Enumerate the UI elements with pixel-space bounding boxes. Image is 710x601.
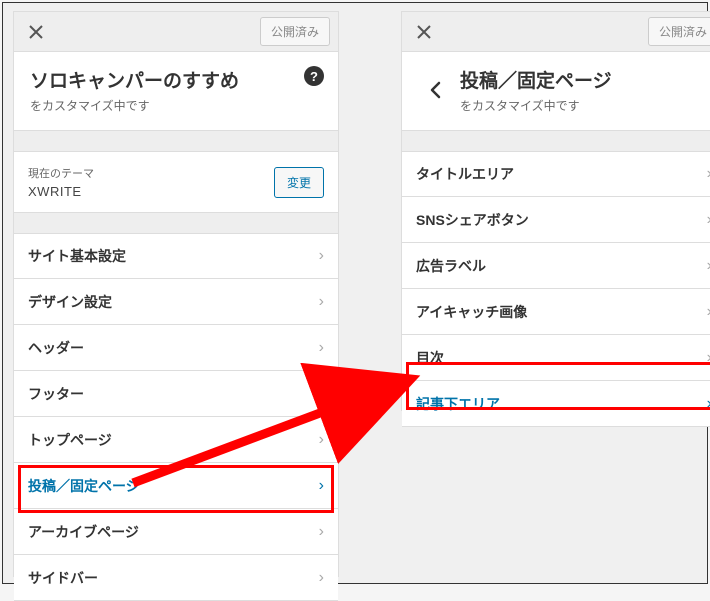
menu-item-toppage[interactable]: トップページ › [14, 417, 338, 463]
menu-item-toc[interactable]: 目次 › [402, 335, 710, 381]
chevron-right-icon: › [319, 569, 324, 587]
menu-item-below-article[interactable]: 記事下エリア › [402, 381, 710, 427]
customizing-subtitle: をカスタマイズ中です [460, 97, 612, 114]
menu-item-design[interactable]: デザイン設定 › [14, 279, 338, 325]
customizer-panel-main: 公開済み ソロキャンパーのすすめ をカスタマイズ中です ? 現在のテーマ XWR… [13, 11, 339, 577]
menu-label: サイト基本設定 [28, 246, 126, 266]
menu-item-archive[interactable]: アーカイブページ › [14, 509, 338, 555]
chevron-right-icon: › [319, 339, 324, 357]
customizing-subtitle: をカスタマイズ中です [30, 97, 322, 114]
menu-label: アイキャッチ画像 [416, 302, 527, 322]
published-button[interactable]: 公開済み [260, 17, 330, 46]
menu-item-title-area[interactable]: タイトルエリア › [402, 151, 710, 197]
menu-label: サイドバー [28, 568, 98, 588]
menu-label: 記事下エリア [416, 394, 500, 414]
chevron-right-icon: › [319, 477, 324, 495]
title-block: 投稿／固定ページ をカスタマイズ中です [402, 52, 710, 131]
site-title: ソロキャンパーのすすめ [30, 66, 322, 93]
menu-label: 投稿／固定ページ [28, 476, 140, 496]
menu-item-eyecatch[interactable]: アイキャッチ画像 › [402, 289, 710, 335]
chevron-right-icon: › [319, 431, 324, 449]
close-icon[interactable] [22, 18, 50, 46]
title-block: ソロキャンパーのすすめ をカスタマイズ中です ? [14, 52, 338, 131]
published-button[interactable]: 公開済み [648, 17, 710, 46]
menu-label: デザイン設定 [28, 292, 112, 312]
menu-label: 広告ラベル [416, 256, 486, 276]
menu-item-footer[interactable]: フッター › [14, 371, 338, 417]
chevron-right-icon: › [319, 293, 324, 311]
chevron-right-icon: › [319, 247, 324, 265]
menu-label: 目次 [416, 348, 444, 368]
menu-label: SNSシェアボタン [416, 210, 529, 230]
menu-label: トップページ [28, 430, 112, 450]
menu-list: タイトルエリア › SNSシェアボタン › 広告ラベル › アイキャッチ画像 ›… [402, 151, 710, 427]
back-icon[interactable] [418, 67, 452, 113]
close-icon[interactable] [410, 18, 438, 46]
menu-item-header[interactable]: ヘッダー › [14, 325, 338, 371]
menu-label: フッター [28, 384, 84, 404]
menu-item-sns-share[interactable]: SNSシェアボタン › [402, 197, 710, 243]
topbar: 公開済み [402, 12, 710, 52]
topbar: 公開済み [14, 12, 338, 52]
theme-name: XWRITE [28, 184, 94, 199]
chevron-right-icon: › [319, 385, 324, 403]
customizer-panel-sub: 公開済み 投稿／固定ページ をカスタマイズ中です タイトルエリア › SNSシェ… [401, 11, 710, 411]
menu-label: ヘッダー [28, 338, 84, 358]
chevron-right-icon: › [319, 523, 324, 541]
menu-label: アーカイブページ [28, 522, 139, 542]
menu-item-post-page[interactable]: 投稿／固定ページ › [14, 463, 338, 509]
section-title: 投稿／固定ページ [460, 66, 612, 93]
menu-item-ad-label[interactable]: 広告ラベル › [402, 243, 710, 289]
menu-label: タイトルエリア [416, 164, 514, 184]
help-icon[interactable]: ? [304, 66, 324, 86]
menu-item-site-basic[interactable]: サイト基本設定 › [14, 233, 338, 279]
theme-block: 現在のテーマ XWRITE 変更 [14, 151, 338, 213]
menu-list: サイト基本設定 › デザイン設定 › ヘッダー › フッター › トップページ … [14, 233, 338, 601]
current-theme-label: 現在のテーマ [28, 165, 94, 181]
menu-item-sidebar[interactable]: サイドバー › [14, 555, 338, 601]
change-theme-button[interactable]: 変更 [274, 167, 324, 198]
